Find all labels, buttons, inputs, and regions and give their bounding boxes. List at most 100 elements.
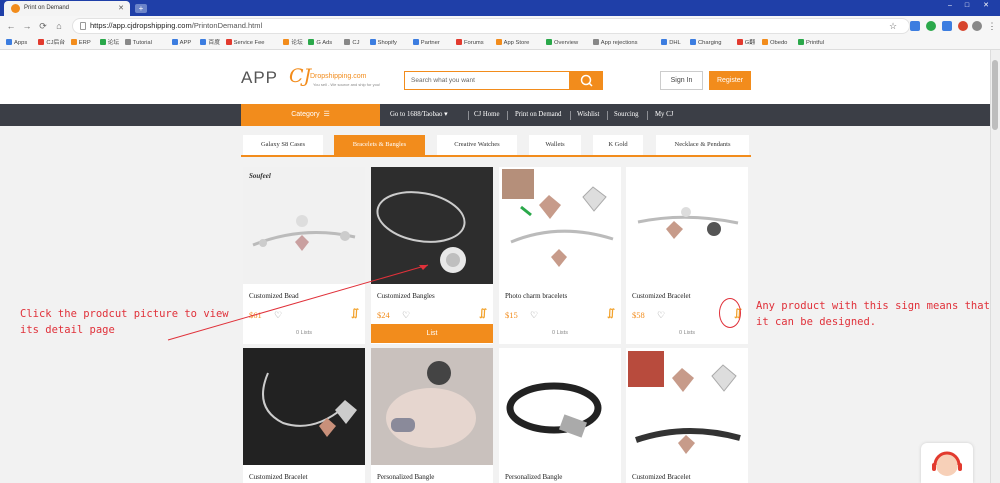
bookmark-item[interactable]: Shopify: [369, 39, 397, 47]
bookmark-icon: [225, 39, 232, 45]
product-image[interactable]: [499, 348, 621, 465]
forward-icon[interactable]: →: [22, 20, 32, 32]
product-card[interactable]: Photo charm bracelets $15 ♡ ∬ 0 Lists: [499, 167, 621, 344]
bookmark-label: App Store: [503, 40, 530, 46]
bookmark-item[interactable]: Partner: [412, 39, 440, 47]
product-image[interactable]: [243, 348, 365, 465]
logo-cj-text[interactable]: CJ: [289, 65, 311, 87]
tab-bracelets-bangles[interactable]: Bracelets & Bangles: [334, 135, 425, 155]
bookmark-item[interactable]: App Store: [495, 39, 530, 47]
back-icon[interactable]: ←: [6, 20, 16, 32]
bookmark-item[interactable]: 百度: [200, 39, 220, 47]
nav-link-sourcing[interactable]: Sourcing: [614, 104, 639, 126]
product-name[interactable]: Photo charm bracelets: [505, 292, 567, 300]
close-tab-icon[interactable]: ✕: [118, 4, 124, 12]
bookmark-item[interactable]: CJ后台: [38, 39, 65, 47]
bookmark-item[interactable]: Overview: [546, 39, 578, 47]
product-image[interactable]: [371, 348, 493, 465]
product-card[interactable]: Customized Bracelet: [243, 348, 365, 483]
nav-link-print-on-demand[interactable]: Print on Demand: [515, 104, 561, 126]
bookmark-label: CJ: [352, 40, 360, 46]
nav-separator: [647, 111, 648, 120]
product-name[interactable]: Customized Bracelet: [632, 473, 691, 481]
product-card[interactable]: Customized Bangles $24 ♡ ∬ List: [371, 167, 493, 344]
lock-icon: [80, 22, 86, 30]
search-button[interactable]: [569, 71, 603, 90]
extension-icon[interactable]: [958, 21, 968, 31]
product-image[interactable]: [499, 167, 621, 284]
bookmark-item[interactable]: Printful: [798, 39, 824, 47]
product-image[interactable]: Soufeel: [243, 167, 365, 284]
product-name[interactable]: Customized Bangles: [377, 292, 435, 300]
wishlist-heart-icon[interactable]: ♡: [274, 310, 282, 320]
scrollbar-thumb[interactable]: [992, 60, 998, 130]
reload-icon[interactable]: ⟳: [38, 20, 48, 32]
tab-creative-watches[interactable]: Creative Watches: [437, 135, 517, 155]
product-name[interactable]: Customized Bead: [249, 292, 299, 300]
product-card[interactable]: Customized Bracelet: [626, 348, 748, 483]
product-card[interactable]: Soufeel Customized Bead $61 ♡ ∬ 0 Lists: [243, 167, 365, 344]
nav-link-wishlist[interactable]: Wishlist: [577, 104, 599, 126]
product-image[interactable]: [371, 167, 493, 284]
tab-wallets[interactable]: Wallets: [529, 135, 581, 155]
product-card[interactable]: Personalized Bangle: [499, 348, 621, 483]
bookmark-item[interactable]: Charging: [690, 39, 722, 47]
wishlist-heart-icon[interactable]: ♡: [657, 310, 665, 320]
profile-icon[interactable]: [972, 21, 982, 31]
bookmark-item[interactable]: G Ads: [308, 39, 332, 47]
product-card[interactable]: Personalized Bangle: [371, 348, 493, 483]
product-price: $61: [249, 310, 262, 320]
product-name[interactable]: Customized Bracelet: [632, 292, 691, 300]
list-button[interactable]: List: [371, 324, 493, 343]
bookmark-item[interactable]: APP: [171, 39, 192, 47]
extension-grammarly-icon[interactable]: [926, 21, 936, 31]
bookmark-item[interactable]: Tutorial: [124, 39, 152, 47]
star-icon[interactable]: ☆: [888, 21, 898, 31]
product-name[interactable]: Customized Bracelet: [249, 473, 308, 481]
bookmark-icon: [308, 39, 315, 45]
home-icon[interactable]: ⌂: [54, 20, 64, 32]
nav-link-taobao[interactable]: Go to 1688/Taobao ▾: [390, 104, 448, 126]
bookmark-item[interactable]: Obedo: [762, 39, 787, 47]
product-image[interactable]: [626, 348, 748, 465]
bookmark-item[interactable]: DHL: [661, 39, 681, 47]
wishlist-heart-icon[interactable]: ♡: [402, 310, 410, 320]
extension-icon[interactable]: [942, 21, 952, 31]
nav-link-my-cj[interactable]: My CJ: [655, 104, 673, 126]
product-price: $58: [632, 310, 645, 320]
bookmark-item[interactable]: 论坛: [99, 39, 119, 47]
sign-in-button[interactable]: Sign In: [660, 71, 703, 90]
minimize-icon[interactable]: –: [946, 2, 954, 10]
maximize-icon[interactable]: □: [963, 2, 971, 10]
wishlist-heart-icon[interactable]: ♡: [530, 310, 538, 320]
product-name[interactable]: Personalized Bangle: [377, 473, 434, 481]
new-tab-button[interactable]: +: [135, 4, 147, 13]
register-button[interactable]: Register: [709, 71, 751, 90]
bookmark-item[interactable]: 论坛: [283, 39, 303, 47]
design-sign-icon: ∬: [351, 308, 359, 319]
browser-tab[interactable]: Print on Demand ✕: [4, 1, 130, 16]
close-window-icon[interactable]: ✕: [982, 2, 990, 10]
bookmark-item[interactable]: App rejections: [592, 39, 638, 47]
tab-necklace-pendants[interactable]: Necklace & Pendants: [656, 135, 749, 155]
category-button[interactable]: Category ☰: [241, 104, 380, 126]
tab-k-gold[interactable]: K Gold: [593, 135, 643, 155]
bookmark-item[interactable]: Forums: [456, 39, 484, 47]
bookmark-item[interactable]: Service Fee: [225, 39, 265, 47]
nav-link-cj-home[interactable]: CJ Home: [474, 104, 500, 126]
product-name[interactable]: Personalized Bangle: [505, 473, 562, 481]
extension-icon[interactable]: [910, 21, 920, 31]
bookmark-label: APP: [179, 40, 192, 46]
customer-support-widget[interactable]: [921, 443, 973, 483]
bookmark-item[interactable]: ERP: [70, 39, 91, 47]
logo-app-text[interactable]: APP: [241, 68, 278, 88]
nav-separator: [507, 111, 508, 120]
bookmark-item[interactable]: CJ: [344, 39, 359, 47]
bookmark-item[interactable]: G翻: [736, 39, 755, 47]
tab-galaxy-s8-cases[interactable]: Galaxy S8 Cases: [243, 135, 323, 155]
bookmark-icon: [171, 39, 178, 45]
menu-icon[interactable]: ⋮: [987, 21, 997, 31]
product-image[interactable]: [626, 167, 748, 284]
bookmark-label: DHL: [669, 40, 681, 46]
bookmark-item[interactable]: Apps: [6, 39, 27, 47]
